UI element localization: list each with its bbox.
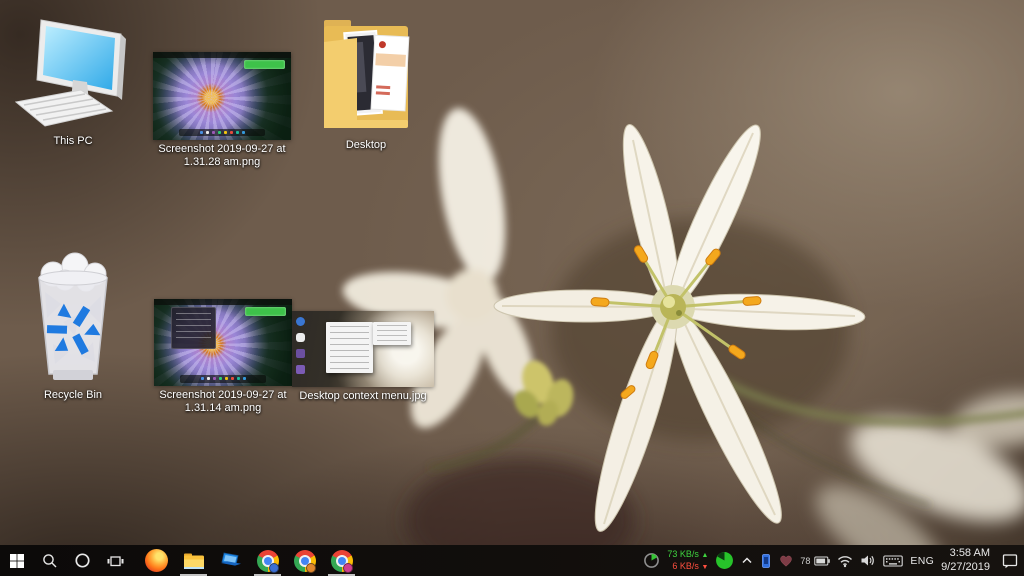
desktop-icon-label: Recycle Bin xyxy=(44,389,102,402)
date: 9/27/2019 xyxy=(941,561,990,573)
cortana-button[interactable] xyxy=(66,545,99,576)
taskbar-app-chrome-profile-1[interactable] xyxy=(249,545,286,576)
volume-icon[interactable] xyxy=(860,553,876,568)
chrome-icon xyxy=(331,550,353,572)
taskbar-app-chrome-profile-3[interactable] xyxy=(323,545,360,576)
activity-gauge-icon[interactable] xyxy=(643,552,660,569)
thumbnail-dock xyxy=(180,375,266,383)
system-tray: 73 KB/s ▲ 6 KB/s ▼ xyxy=(643,545,1024,576)
taskbar-app-blue-laptop[interactable] xyxy=(212,545,249,576)
recycle-bin-icon xyxy=(23,252,123,386)
chrome-profile-badge xyxy=(343,563,353,573)
desktop-icon-label: Desktop xyxy=(346,139,386,152)
context-menu-jpg-thumbnail xyxy=(292,311,434,387)
taskbar-app-firefox[interactable] xyxy=(138,545,175,576)
taskbar: 73 KB/s ▲ 6 KB/s ▼ xyxy=(0,545,1024,576)
desktop-icon-context-menu-image[interactable]: Desktop context menu.jpg xyxy=(288,311,438,403)
screenshot-1-thumbnail xyxy=(153,52,291,140)
battery-percent: 78 xyxy=(800,556,810,566)
this-pc-icon xyxy=(15,18,131,132)
taskbar-app-chrome-profile-2[interactable] xyxy=(286,545,323,576)
desktop-icon-label: Desktop context menu.jpg xyxy=(299,390,426,403)
file-explorer-icon xyxy=(182,551,206,571)
chrome-profile-badge xyxy=(306,563,316,573)
pinned-apps xyxy=(138,545,360,576)
thumbnail-menubar xyxy=(153,52,291,58)
thumbnail-context-menu xyxy=(171,307,217,349)
time: 3:58 AM xyxy=(950,547,990,559)
down-arrow-icon: ▼ xyxy=(701,564,708,571)
desktop-icon-recycle-bin[interactable]: Recycle Bin xyxy=(10,252,136,402)
touch-keyboard-icon[interactable] xyxy=(883,554,903,568)
windows-desktop: This PC Screenshot 2019-09-27 at 1.31.28… xyxy=(0,0,1024,576)
search-icon xyxy=(42,553,58,569)
download-speed: 6 KB/s xyxy=(672,561,699,571)
heart-tray-icon[interactable] xyxy=(779,554,793,568)
desktop-icon-desktop-folder[interactable]: Desktop xyxy=(316,12,416,152)
chrome-icon xyxy=(257,550,279,572)
taskbar-app-file-explorer[interactable] xyxy=(175,545,212,576)
thumbnail-icon-column xyxy=(296,317,305,374)
desktop-icon-screenshot-1[interactable]: Screenshot 2019-09-27 at 1.31.28 am.png xyxy=(147,52,297,169)
chrome-profile-badge xyxy=(269,563,279,573)
phone-tray-icon[interactable] xyxy=(760,553,772,569)
thumbnail-notification-badge xyxy=(245,307,286,316)
action-center-icon xyxy=(1001,552,1019,569)
show-hidden-icons-chevron[interactable] xyxy=(741,555,753,566)
start-button[interactable] xyxy=(0,545,33,576)
battery-icon[interactable] xyxy=(814,556,830,566)
task-view-button[interactable] xyxy=(99,545,132,576)
cortana-icon xyxy=(74,552,91,569)
search-button[interactable] xyxy=(33,545,66,576)
thumbnail-white-context-menu xyxy=(326,322,373,372)
action-center-button[interactable] xyxy=(1001,552,1019,569)
memory-pie-icon[interactable] xyxy=(715,551,734,570)
screenshot-2-thumbnail xyxy=(154,299,292,386)
desktop-icon-label: Screenshot 2019-09-27 at 1.31.28 am.png xyxy=(147,143,297,169)
desktop-icon-this-pc[interactable]: This PC xyxy=(8,18,138,148)
network-speed-indicator[interactable]: 73 KB/s ▲ 6 KB/s ▼ xyxy=(667,549,708,571)
language-indicator[interactable]: ENG xyxy=(910,555,934,567)
thumbnail-notification-badge xyxy=(244,60,285,69)
thumbnail-menubar xyxy=(154,299,292,305)
wifi-icon[interactable] xyxy=(837,553,853,568)
blue-laptop-icon xyxy=(219,551,243,571)
task-view-icon xyxy=(107,553,124,569)
desktop-icon-label: This PC xyxy=(53,135,92,148)
windows-logo-icon xyxy=(9,553,25,569)
folder-icon xyxy=(319,12,413,136)
upload-speed: 73 KB/s xyxy=(667,549,699,559)
chrome-icon xyxy=(294,550,316,572)
desktop-icon-screenshot-2[interactable]: Screenshot 2019-09-27 at 1.31.14 am.png xyxy=(148,299,298,415)
desktop-icon-label: Screenshot 2019-09-27 at 1.31.14 am.png xyxy=(148,389,298,415)
thumbnail-dock xyxy=(179,129,265,137)
clock[interactable]: 3:58 AM 9/27/2019 xyxy=(941,547,990,575)
firefox-icon xyxy=(145,549,168,572)
up-arrow-icon: ▲ xyxy=(701,552,708,559)
thumbnail-white-submenu xyxy=(373,322,411,345)
